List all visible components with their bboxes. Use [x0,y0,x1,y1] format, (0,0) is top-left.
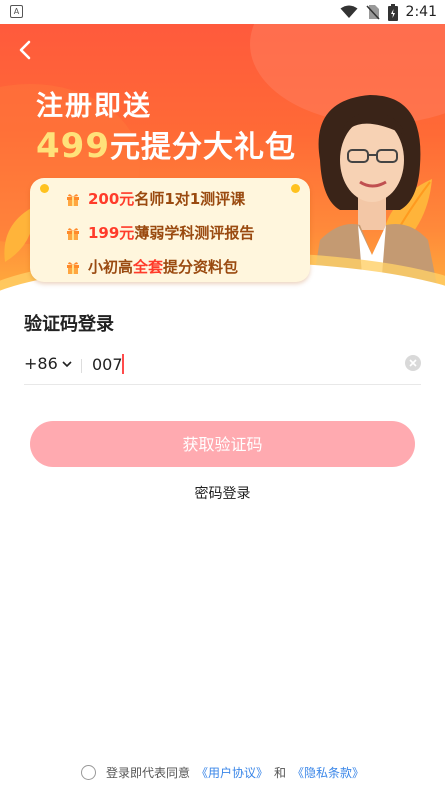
perk-highlight: 全套 [133,258,164,276]
get-verification-code-button[interactable]: 获取验证码 [30,421,415,467]
no-sim-icon [365,5,380,20]
perk-prefix: 小初高 [88,258,134,276]
clear-input-button[interactable] [405,355,421,371]
phone-field-row: +86 [24,348,421,385]
gift-icon [67,227,79,240]
perk-text: 名师1对1测评课 [134,190,246,208]
user-agreement-link[interactable]: 《用户协议》 [196,764,268,781]
perk-item: 小初高全套提分资料包 [66,256,238,277]
phone-number-input[interactable] [92,350,382,378]
perks-card: 200元名师1对1测评课 199元薄弱学科测评报告 小初高全套提分资料包 [30,178,310,282]
text-caret [122,354,124,374]
perk-text: 薄弱学科测评报告 [134,224,255,242]
promo-amount-suffix: 元提分大礼包 [109,130,296,165]
agreement-row: 登录即代表同意 《用户协议》 和 《隐私条款》 [0,764,445,781]
gift-icon [67,261,79,274]
promo-banner: 注册即送 499元提分大礼包 200元名师1对1测评课 199元薄弱学科测评报告… [0,24,445,300]
agreement-and: 和 [274,766,287,780]
page-title: 验证码登录 [24,314,114,335]
privacy-policy-link[interactable]: 《隐私条款》 [292,764,364,781]
gift-icon [67,193,79,206]
promo-amount: 499 [36,126,110,166]
status-bar: A 2:41 [0,0,445,24]
perk-highlight: 200元 [88,190,135,208]
password-login-link[interactable]: 密码登录 [0,483,445,503]
app-notification-icon: A [10,5,23,18]
battery-icon [387,3,398,21]
chevron-left-icon [19,40,31,60]
promo-subheadline: 499元提分大礼包 [36,122,296,166]
perk-text: 提分资料包 [163,258,239,276]
close-icon [409,359,417,367]
wifi-icon [340,5,358,18]
agreement-checkbox[interactable] [80,765,96,780]
clock: 2:41 [405,4,437,20]
back-button[interactable] [12,36,40,64]
country-code-label: +86 [24,354,58,373]
country-code-selector[interactable]: +86 [24,354,72,373]
perk-item: 200元名师1对1测评课 [66,188,245,209]
perk-item: 199元薄弱学科测评报告 [66,222,254,243]
status-icons: 2:41 [340,3,437,21]
promo-headline: 注册即送 [36,91,152,122]
agreement-text: 登录即代表同意 [105,766,190,780]
chevron-down-icon [62,360,72,367]
perk-highlight: 199元 [88,224,135,242]
